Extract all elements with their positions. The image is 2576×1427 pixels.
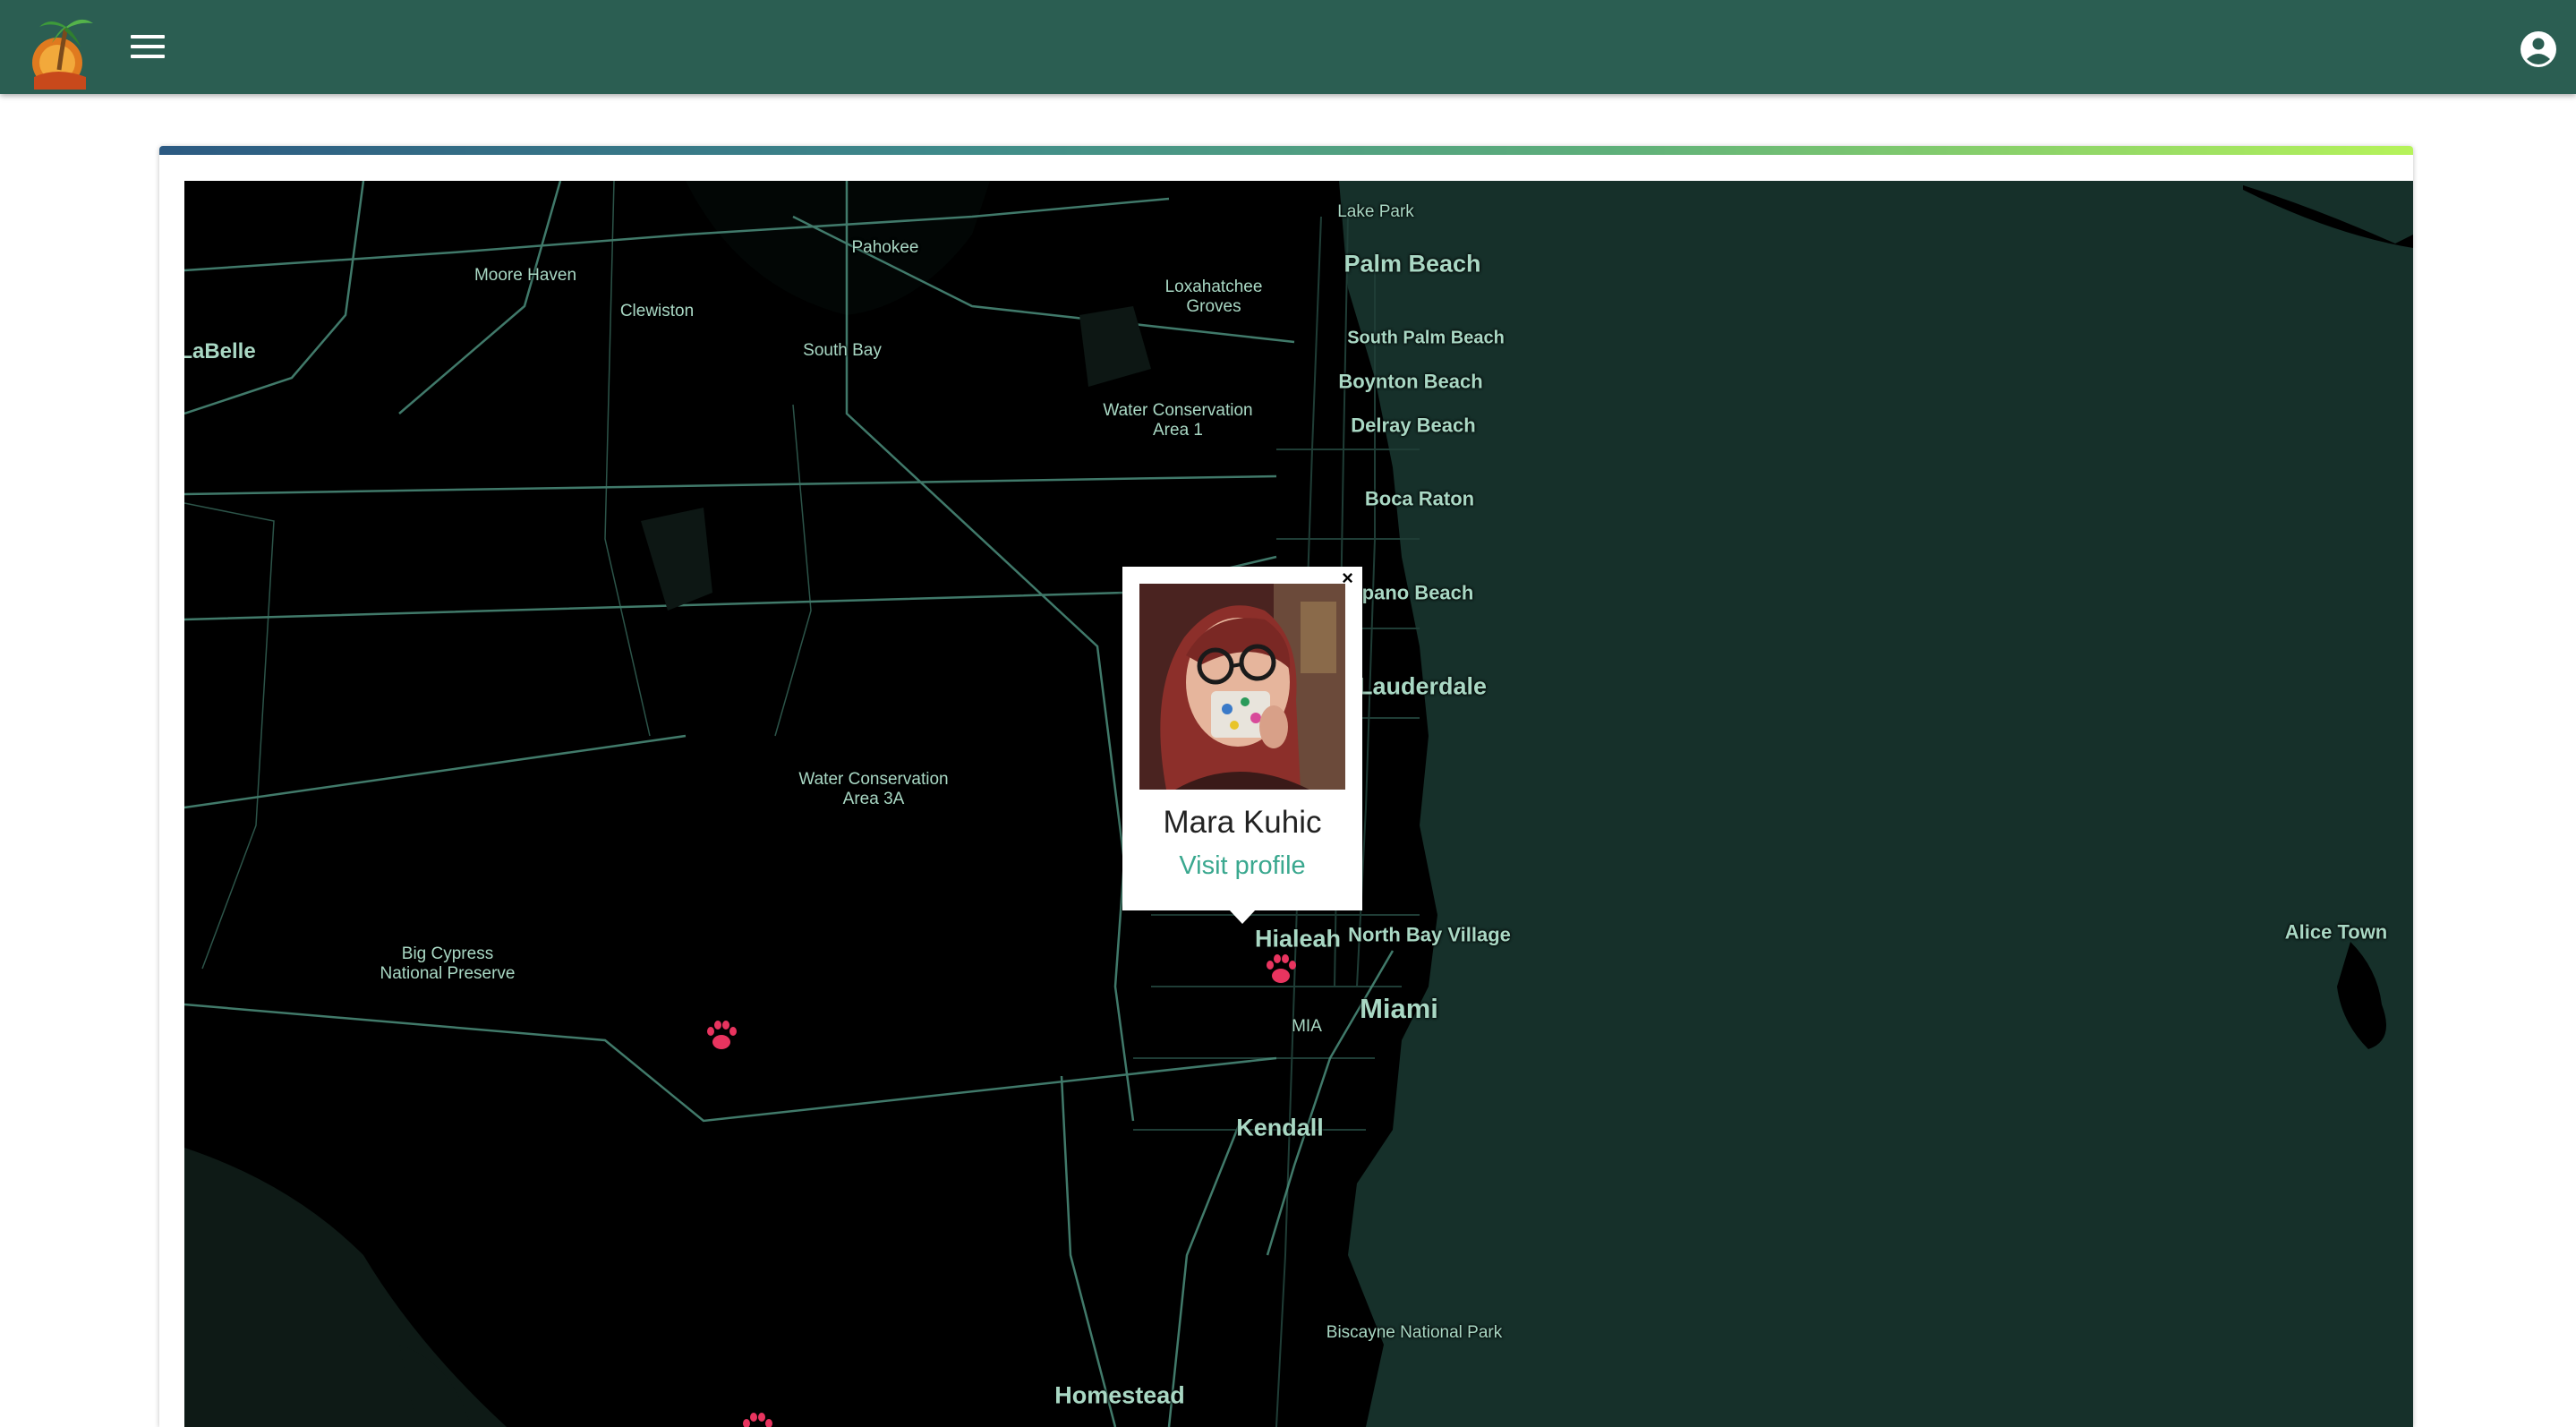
map-label: Boca Raton: [1364, 487, 1475, 510]
profile-popup: × Mara Kuhic Visit profile: [1122, 567, 1362, 924]
map-label: Palm Beach: [1343, 250, 1481, 278]
paw-print-icon[interactable]: [739, 1409, 775, 1427]
map-label: Kendall: [1236, 1114, 1324, 1141]
map-label: Lauderdale: [1357, 672, 1488, 700]
map-label: Moore Haven: [473, 266, 577, 286]
visit-profile-link[interactable]: Visit profile: [1122, 851, 1362, 881]
map-label: South Palm Beach: [1347, 328, 1505, 348]
map-label: Water Conservation Area 1: [1103, 401, 1253, 440]
map-label: Delray Beach: [1351, 414, 1476, 437]
map-label: Hialeah: [1254, 925, 1342, 953]
map-label: Pahokee: [851, 238, 919, 258]
map-label: Clewiston: [619, 302, 695, 321]
account-circle-icon[interactable]: [2520, 30, 2557, 68]
paw-print-icon[interactable]: [704, 1017, 739, 1053]
profile-photo: [1139, 584, 1345, 790]
profile-name: Mara Kuhic: [1163, 805, 1322, 840]
app-bar: [0, 0, 2576, 94]
palm-island-sun-logo-icon[interactable]: [23, 7, 97, 90]
map-label: Boynton Beach: [1338, 370, 1483, 393]
map-label: LaBelle: [184, 339, 256, 364]
paw-print-icon[interactable]: [1263, 951, 1299, 987]
map-label: South Bay: [803, 341, 882, 361]
map-label: Loxahatchee Groves: [1164, 278, 1263, 316]
card-accent-bar: [159, 146, 2413, 155]
hamburger-menu-icon[interactable]: [125, 29, 170, 68]
map-label: Water Conservation Area 3A: [798, 770, 949, 808]
map-label: Biscayne National Park: [1326, 1323, 1503, 1343]
map-label: North Bay Village: [1348, 923, 1511, 946]
map-label: Homestead: [1054, 1381, 1185, 1409]
map-label: Big Cypress National Preserve: [380, 944, 516, 983]
map-label: Lake Park: [1337, 202, 1414, 222]
map-label: Miami: [1360, 993, 1438, 1025]
map-label: Alice Town: [2284, 920, 2388, 944]
map-label: MIA: [1292, 1017, 1322, 1037]
popup-pointer: [1229, 910, 1256, 924]
map-label: pano Beach: [1361, 581, 1474, 604]
